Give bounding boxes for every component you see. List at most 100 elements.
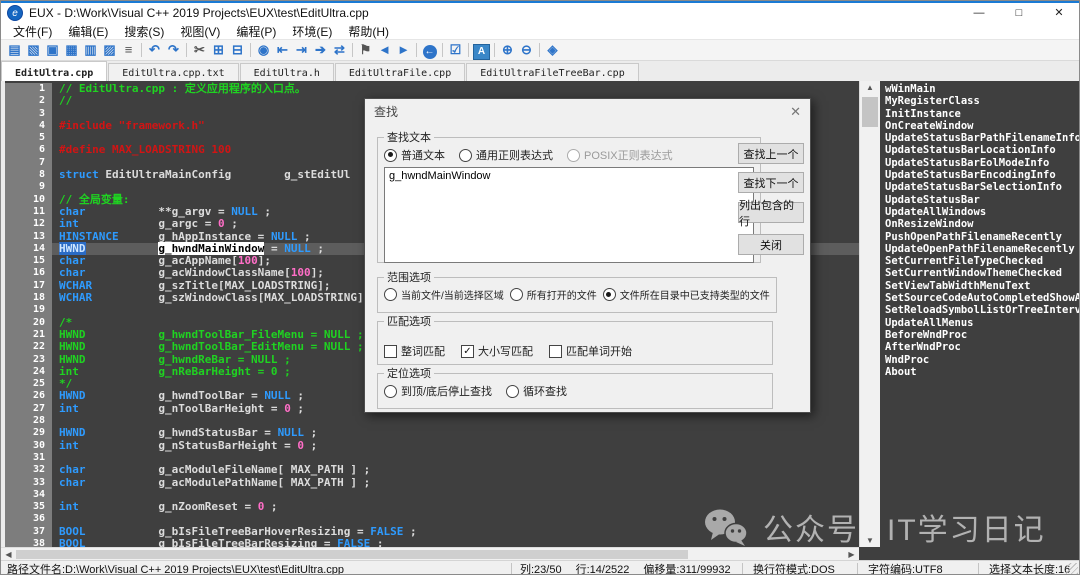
scope-radio[interactable]: 文件所在目录中已支持类型的文件 [603,287,770,302]
search-text-input[interactable]: g_hwndMainWindow [384,167,754,263]
menu-item[interactable]: 文件(F) [5,23,60,40]
zoom-out-icon[interactable]: ⊖ [517,41,536,59]
symbol-item[interactable]: PushOpenPathFilenameRecently [885,231,1079,243]
line-number: 13 [5,231,52,243]
resize-grip[interactable] [1066,563,1078,575]
checkbox-icon: ✓ [461,345,474,358]
symbol-item[interactable]: wWinMain [885,83,1079,95]
about-icon[interactable]: ◈ [543,41,562,59]
symbol-item[interactable]: SetSourceCodeAutoCompletedShowAf [885,292,1079,304]
toolbar: ▤▧▣▦▥▨≡ ↶↷ ✂⊞⊟ ◉⇤⇥➔⇄ ⚑◄► ← ☑ A ⊕⊖ ◈ [1,39,1079,61]
close-file-icon[interactable]: ▨ [100,41,119,59]
watermark-text-1: 公众号 [763,505,859,549]
find-next-icon[interactable]: ⇥ [292,41,311,59]
dialog-title-bar[interactable]: 查找 ✕ [365,99,810,125]
bookmark-icon[interactable]: ⚑ [356,41,375,59]
menu-item[interactable]: 编辑(E) [60,23,116,40]
match-check[interactable]: ✓大小写匹配 [461,343,533,359]
goto-line-icon[interactable]: ➔ [311,41,330,59]
symbol-item[interactable]: SetViewTabWidthMenuText [885,280,1079,292]
line-number: 6 [5,144,52,156]
symbol-item[interactable]: AfterWndProc [885,341,1079,353]
save-all-icon[interactable]: ▦ [62,41,81,59]
options-checklist-icon[interactable]: ☑ [446,41,465,59]
editor-vertical-scrollbar[interactable]: ▲ ▼ [859,81,880,547]
symbol-item[interactable]: UpdateOpenPathFilenameRecently [885,243,1079,255]
find-type-radio[interactable]: 通用正则表达式 [459,147,553,163]
find-prev-button[interactable]: 查找上一个 [738,143,804,164]
symbol-item[interactable]: SetReloadSymbolListOrTreeInterva [885,304,1079,316]
tab-EditUltra.cpp.txt[interactable]: EditUltra.cpp.txt [108,63,238,83]
checkbox-icon [549,345,562,358]
maximize-button[interactable]: □ [999,3,1039,23]
line-number: 19 [5,304,52,316]
symbol-item[interactable]: SetCurrentFileTypeChecked [885,255,1079,267]
scope-radio[interactable]: 所有打开的文件 [510,287,597,302]
syntax-color-icon[interactable]: A [472,41,491,59]
menu-item[interactable]: 编程(P) [228,23,284,40]
find-prev-icon[interactable]: ⇤ [273,41,292,59]
vertical-scroll-thumb[interactable] [862,97,878,127]
locate-radio[interactable]: 循环查找 [506,383,567,399]
line-number: 2 [5,95,52,107]
next-bookmark-icon[interactable]: ► [394,41,413,59]
tab-EditUltraFileTreeBar.cpp[interactable]: EditUltraFileTreeBar.cpp [466,63,639,83]
symbol-item[interactable]: UpdateStatusBarLocationInfo [885,144,1079,156]
symbol-item[interactable]: InitInstance [885,108,1079,120]
tab-EditUltra.h[interactable]: EditUltra.h [240,63,334,83]
close-window-button[interactable]: ✕ [1039,3,1079,23]
file-list-icon[interactable]: ≡ [119,41,138,59]
symbol-item[interactable]: BeforeWndProc [885,329,1079,341]
menu-item[interactable]: 搜索(S) [116,23,172,40]
symbol-item[interactable]: UpdateStatusBarEncodingInfo [885,169,1079,181]
redo-icon[interactable]: ↷ [164,41,183,59]
symbol-item[interactable]: OnCreateWindow [885,120,1079,132]
scope-label: 文件所在目录中已支持类型的文件 [620,287,770,302]
line-number: 5 [5,132,52,144]
new-file-icon[interactable]: ▤ [5,41,24,59]
paste-icon[interactable]: ⊟ [228,41,247,59]
match-check[interactable]: 整词匹配 [384,343,445,359]
minimize-button[interactable]: — [959,3,999,23]
scope-radio[interactable]: 当前文件/当前选择区域 [384,287,504,302]
replace-icon[interactable]: ⇄ [330,41,349,59]
symbol-item[interactable]: About [885,366,1079,378]
symbol-item[interactable]: WndProc [885,354,1079,366]
save-file-icon[interactable]: ▣ [43,41,62,59]
scroll-up-icon[interactable]: ▲ [860,81,880,94]
line-number: 1 [5,83,52,95]
navigate-back-icon[interactable]: ← [420,41,439,59]
copy-icon[interactable]: ⊞ [209,41,228,59]
close-button[interactable]: 关闭 [738,234,804,255]
cut-icon[interactable]: ✂ [190,41,209,59]
status-line: 行:14/2522 [576,561,630,575]
menu-item[interactable]: 帮助(H) [340,23,397,40]
list-matching-lines-button[interactable]: 列出包含的行 [738,202,804,223]
symbol-item[interactable]: UpdateStatusBar [885,194,1079,206]
symbol-item[interactable]: UpdateAllWindows [885,206,1079,218]
match-check[interactable]: 匹配单词开始 [549,343,632,359]
find-icon[interactable]: ◉ [254,41,273,59]
tab-EditUltraFile.cpp[interactable]: EditUltraFile.cpp [335,63,465,83]
zoom-in-icon[interactable]: ⊕ [498,41,517,59]
open-file-icon[interactable]: ▧ [24,41,43,59]
symbol-item[interactable]: UpdateStatusBarEolModeInfo [885,157,1079,169]
horizontal-scroll-thumb[interactable] [16,550,688,559]
undo-icon[interactable]: ↶ [145,41,164,59]
symbol-item[interactable]: OnResizeWindow [885,218,1079,230]
editor-horizontal-scrollbar[interactable]: ◀ ▶ [1,547,859,561]
find-type-radio[interactable]: 普通文本 [384,147,445,163]
menu-item[interactable]: 视图(V) [172,23,228,40]
toolbar-separator [468,43,469,57]
symbol-item[interactable]: SetCurrentWindowThemeChecked [885,267,1079,279]
prev-bookmark-icon[interactable]: ◄ [375,41,394,59]
find-next-button[interactable]: 查找下一个 [738,172,804,193]
symbol-item[interactable]: UpdateStatusBarPathFilenameInfo [885,132,1079,144]
symbol-item[interactable]: UpdateStatusBarSelectionInfo [885,181,1079,193]
symbol-item[interactable]: UpdateAllMenus [885,317,1079,329]
symbol-item[interactable]: MyRegisterClass [885,95,1079,107]
save-as-icon[interactable]: ▥ [81,41,100,59]
menu-item[interactable]: 环境(E) [284,23,340,40]
dialog-close-icon[interactable]: ✕ [790,104,801,120]
locate-radio[interactable]: 到顶/底后停止查找 [384,383,492,399]
